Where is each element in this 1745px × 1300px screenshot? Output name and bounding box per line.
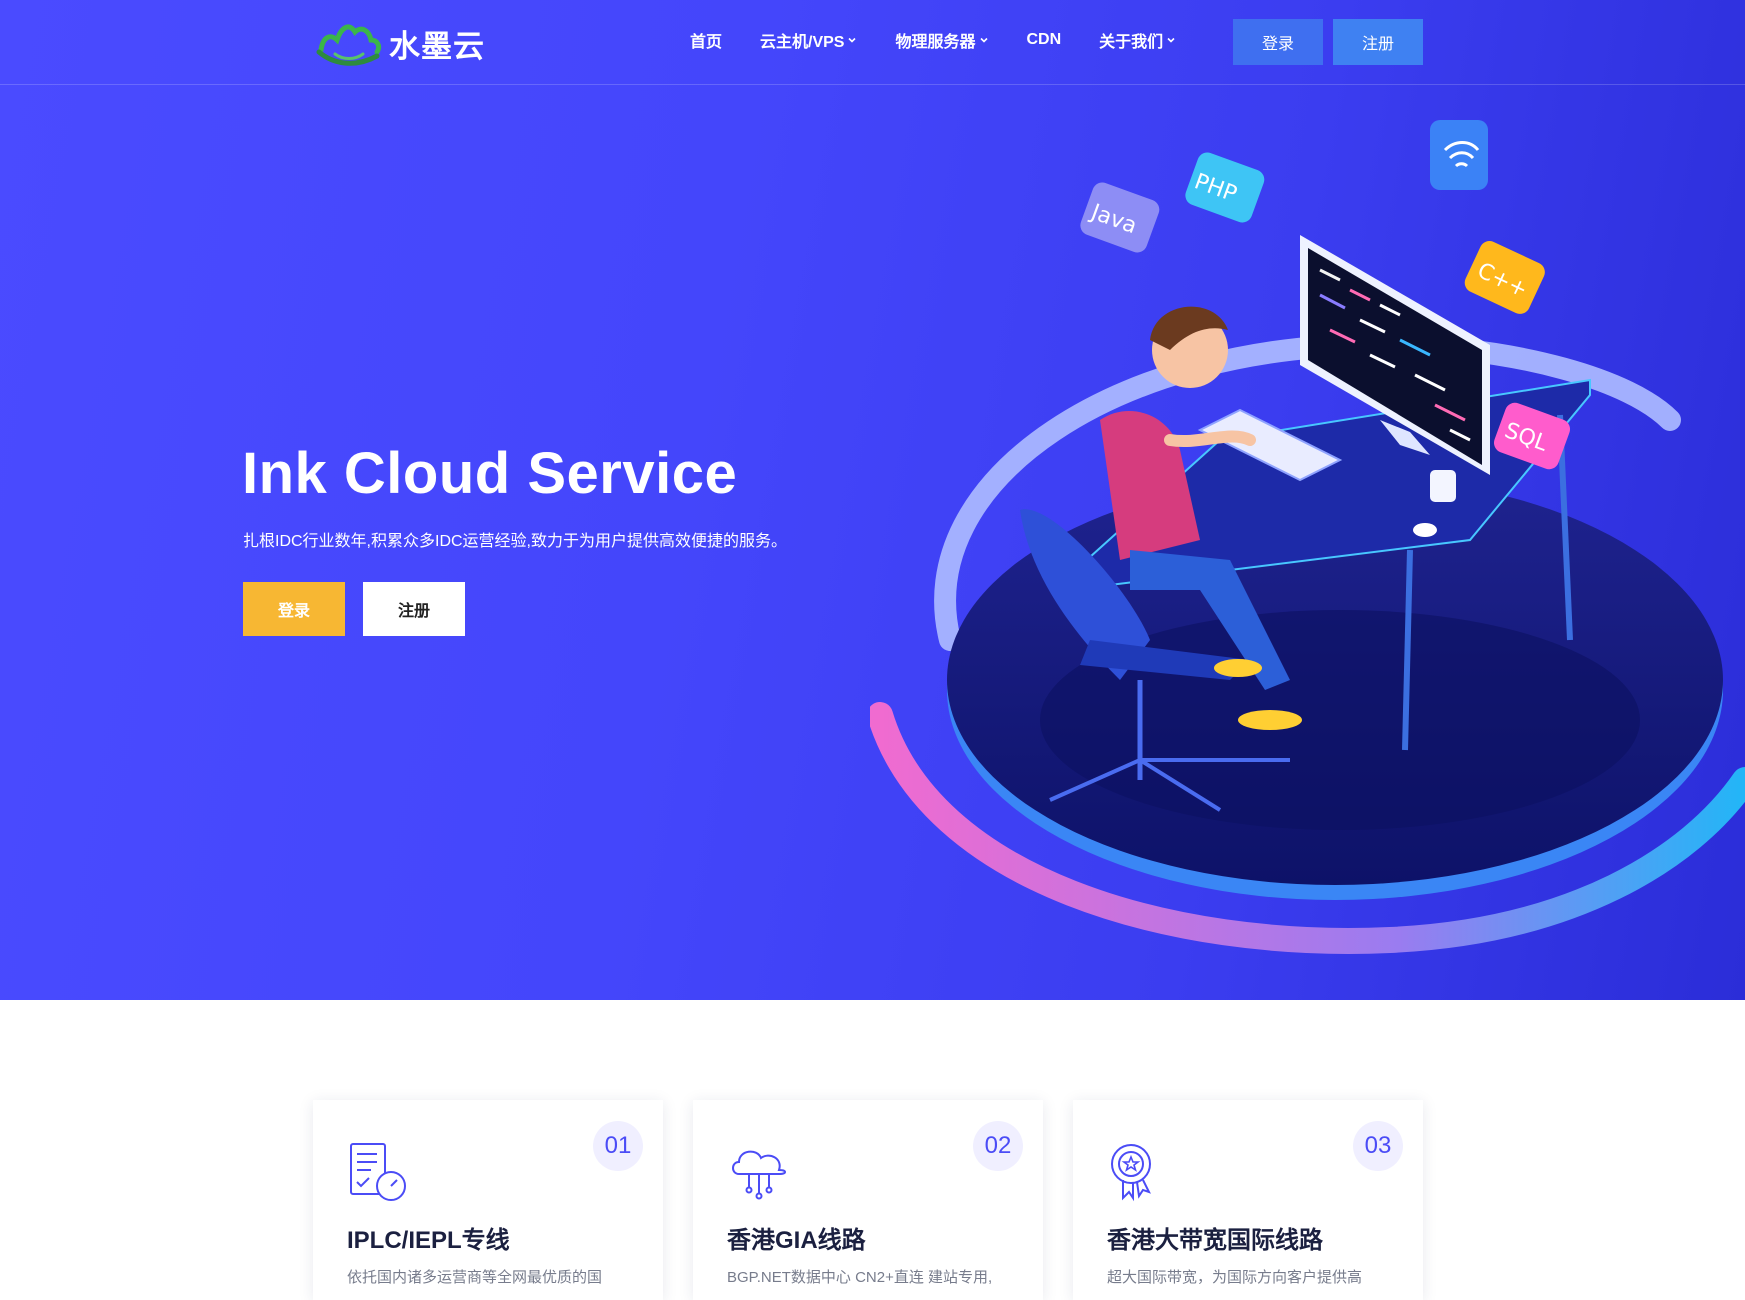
- person-shoe: [1238, 710, 1302, 730]
- feature-title: IPLC/IEPL专线: [347, 1227, 510, 1254]
- cloud-network-icon: [732, 1150, 786, 1200]
- feature-card[interactable]: 01 IPLC/IEPL专线 依托国内诸多运营商等全网最优质的国: [313, 1100, 663, 1300]
- nav-item-physical-servers[interactable]: 物理服务器: [895, 28, 988, 52]
- nav-item-home[interactable]: 首页: [690, 28, 722, 52]
- person-arm: [1164, 430, 1256, 447]
- login-button[interactable]: 登录: [1233, 19, 1323, 65]
- nav-item-label: 首页: [690, 34, 723, 51]
- feature-description: 依托国内诸多运营商等全网最优质的国: [347, 1269, 603, 1286]
- chevron-down-icon: [979, 37, 988, 43]
- document-stopwatch-icon: [350, 1143, 406, 1201]
- java-tag: Java: [1080, 182, 1160, 253]
- award-badge-icon: [1111, 1144, 1151, 1202]
- feature-number: 02: [973, 1121, 1023, 1171]
- mountain-logo-icon: [316, 24, 382, 66]
- feature-description: BGP.NET数据中心 CN2+直连 建站专用,: [727, 1269, 993, 1286]
- main-nav: 首页 云主机/VPS 物理服务器 CDN 关于我们: [690, 28, 1214, 52]
- brand-logo[interactable]: 水墨云: [315, 14, 485, 72]
- nav-item-label: 云主机/VPS: [760, 34, 845, 51]
- coffee-mug: [1430, 470, 1456, 502]
- developer-desk-illustration: Java PHP C++ SQL: [870, 120, 1745, 954]
- chevron-down-icon: [848, 37, 857, 43]
- top-navigation-bar: 水墨云 首页 云主机/VPS 物理服务器 CDN 关于我们 登录 注册: [0, 0, 1745, 85]
- nav-item-cdn[interactable]: CDN: [1027, 28, 1062, 52]
- mouse: [1413, 523, 1437, 537]
- hero-login-button[interactable]: 登录: [243, 582, 345, 636]
- person-shoe: [1214, 659, 1262, 677]
- nav-item-label: 物理服务器: [895, 34, 976, 51]
- feature-description: 超大国际带宽，为国际方向客户提供高: [1107, 1269, 1363, 1286]
- chevron-down-icon: [1167, 37, 1175, 43]
- feature-number: 01: [593, 1121, 643, 1171]
- hero-title: Ink Cloud Service: [242, 441, 738, 506]
- hero-section: 水墨云 首页 云主机/VPS 物理服务器 CDN 关于我们 登录 注册 Ink …: [0, 0, 1745, 1000]
- feature-title: 香港GIA线路: [727, 1227, 866, 1254]
- features-section: 01 IPLC/IEPL专线 依托国内诸多运营商等全网最优质的国 02 香港GI…: [0, 1000, 1745, 1300]
- feature-card[interactable]: 03 香港大带宽国际线路 超大国际带宽，为国际方向客户提供高: [1073, 1100, 1423, 1300]
- register-button[interactable]: 注册: [1333, 19, 1423, 65]
- php-tag: PHP: [1185, 152, 1265, 223]
- brand-name: 水墨云: [389, 28, 485, 65]
- nav-item-about[interactable]: 关于我们: [1099, 28, 1176, 52]
- hero-register-button[interactable]: 注册: [363, 582, 465, 636]
- nav-item-label: CDN: [1026, 31, 1062, 48]
- feature-number: 03: [1353, 1121, 1403, 1171]
- cpp-tag: C++: [1464, 241, 1545, 314]
- feature-title: 香港大带宽国际线路: [1107, 1227, 1323, 1254]
- wifi-tag: [1430, 120, 1488, 190]
- nav-item-label: 关于我们: [1099, 34, 1164, 51]
- feature-card[interactable]: 02 香港GIA线路 BGP.NET数据中心 CN2+直连 建站专用,: [693, 1100, 1043, 1300]
- hero-subtitle: 扎根IDC行业数年,积累众多IDC运营经验,致力于为用户提供高效便捷的服务。: [243, 533, 788, 550]
- nav-item-vps[interactable]: 云主机/VPS: [760, 28, 857, 52]
